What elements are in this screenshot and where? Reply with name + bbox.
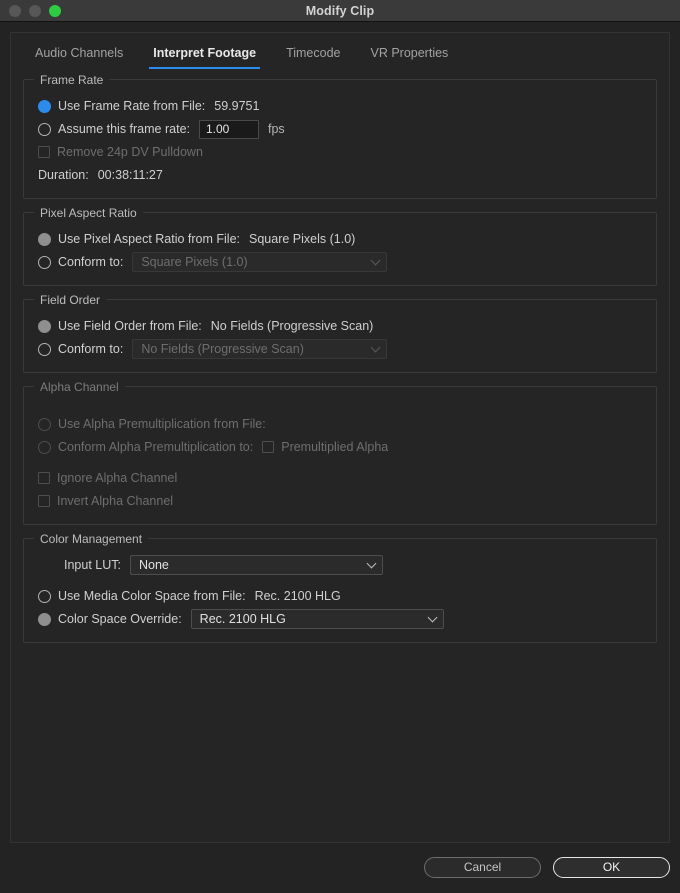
dialog-footer: Cancel OK <box>10 847 670 887</box>
conform-par-row[interactable]: Conform to: Square Pixels (1.0) <box>38 252 642 272</box>
use-alpha-premultiplication-row: Use Alpha Premultiplication from File: <box>38 414 642 434</box>
fps-unit-label: fps <box>268 122 285 136</box>
tab-interpret-footage[interactable]: Interpret Footage <box>149 46 260 69</box>
use-par-from-file-row[interactable]: Use Pixel Aspect Ratio from File: Square… <box>38 229 642 249</box>
duration-label: Duration: <box>38 168 89 182</box>
color-management-section: Color Management Input LUT: None Use Med… <box>23 538 657 643</box>
conform-alpha-premultiplication-row: Conform Alpha Premultiplication to: Prem… <box>38 437 642 457</box>
use-media-color-space-radio[interactable] <box>38 590 51 603</box>
duration-row: Duration: 00:38:11:27 <box>38 165 642 185</box>
remove-24p-pulldown-checkbox <box>38 146 50 158</box>
tab-audio-channels[interactable]: Audio Channels <box>31 46 127 69</box>
conform-par-radio[interactable] <box>38 256 51 269</box>
use-field-order-from-file-radio[interactable] <box>38 320 51 333</box>
use-media-color-space-label: Use Media Color Space from File: <box>58 589 246 603</box>
conform-field-order-radio[interactable] <box>38 343 51 356</box>
ignore-alpha-channel-row: Ignore Alpha Channel <box>38 468 642 488</box>
tab-bar: Audio Channels Interpret Footage Timecod… <box>11 33 669 69</box>
premultiplied-alpha-label: Premultiplied Alpha <box>281 440 388 454</box>
assume-frame-rate-input[interactable] <box>199 120 259 139</box>
pixel-aspect-ratio-legend: Pixel Aspect Ratio <box>34 206 143 220</box>
conform-alpha-premultiplication-radio <box>38 441 51 454</box>
use-field-order-from-file-row[interactable]: Use Field Order from File: No Fields (Pr… <box>38 316 642 336</box>
use-frame-rate-from-file-label: Use Frame Rate from File: <box>58 99 205 113</box>
color-space-override-select[interactable]: Rec. 2100 HLG <box>191 609 444 629</box>
invert-alpha-channel-row: Invert Alpha Channel <box>38 491 642 511</box>
remove-24p-pulldown-label: Remove 24p DV Pulldown <box>57 145 203 159</box>
field-order-legend: Field Order <box>34 293 106 307</box>
color-space-override-label: Color Space Override: <box>58 612 182 626</box>
color-space-override-select-value: Rec. 2100 HLG <box>200 612 286 626</box>
chevron-down-icon <box>371 343 381 353</box>
input-lut-select-value: None <box>139 558 169 572</box>
input-lut-label: Input LUT: <box>64 558 121 572</box>
minimize-button[interactable] <box>29 5 41 17</box>
use-frame-rate-from-file-row[interactable]: Use Frame Rate from File: 59.9751 <box>38 96 642 116</box>
conform-field-order-label: Conform to: <box>58 342 123 356</box>
field-order-section: Field Order Use Field Order from File: N… <box>23 299 657 373</box>
ignore-alpha-channel-checkbox <box>38 472 50 484</box>
pixel-aspect-ratio-section: Pixel Aspect Ratio Use Pixel Aspect Rati… <box>23 212 657 286</box>
cancel-button[interactable]: Cancel <box>424 857 541 878</box>
conform-field-order-select: No Fields (Progressive Scan) <box>132 339 387 359</box>
interpret-footage-panel: Frame Rate Use Frame Rate from File: 59.… <box>11 69 669 643</box>
use-field-order-from-file-value: No Fields (Progressive Scan) <box>211 319 374 333</box>
color-management-legend: Color Management <box>34 532 148 546</box>
close-button[interactable] <box>9 5 21 17</box>
use-par-from-file-label: Use Pixel Aspect Ratio from File: <box>58 232 240 246</box>
zoom-button[interactable] <box>49 5 61 17</box>
use-frame-rate-from-file-value: 59.9751 <box>214 99 259 113</box>
use-alpha-premultiplication-radio <box>38 418 51 431</box>
conform-par-select: Square Pixels (1.0) <box>132 252 387 272</box>
use-field-order-from-file-label: Use Field Order from File: <box>58 319 202 333</box>
assume-frame-rate-radio[interactable] <box>38 123 51 136</box>
tab-vr-properties[interactable]: VR Properties <box>366 46 452 69</box>
use-par-from-file-radio[interactable] <box>38 233 51 246</box>
use-alpha-premultiplication-label: Use Alpha Premultiplication from File: <box>58 417 266 431</box>
frame-rate-section: Frame Rate Use Frame Rate from File: 59.… <box>23 79 657 199</box>
tab-timecode[interactable]: Timecode <box>282 46 344 69</box>
remove-24p-pulldown-row: Remove 24p DV Pulldown <box>38 142 642 162</box>
conform-field-order-select-value: No Fields (Progressive Scan) <box>141 342 304 356</box>
input-lut-row[interactable]: Input LUT: None <box>38 555 642 575</box>
alpha-channel-legend: Alpha Channel <box>34 380 125 394</box>
use-media-color-space-row[interactable]: Use Media Color Space from File: Rec. 21… <box>38 586 642 606</box>
chevron-down-icon <box>367 559 377 569</box>
duration-value: 00:38:11:27 <box>98 168 163 182</box>
conform-par-label: Conform to: <box>58 255 123 269</box>
color-space-override-radio[interactable] <box>38 613 51 626</box>
conform-alpha-premultiplication-label: Conform Alpha Premultiplication to: <box>58 440 253 454</box>
window-titlebar: Modify Clip <box>0 0 680 22</box>
alpha-channel-section: Alpha Channel Use Alpha Premultiplicatio… <box>23 386 657 525</box>
invert-alpha-channel-checkbox <box>38 495 50 507</box>
window-title: Modify Clip <box>0 4 680 18</box>
ignore-alpha-channel-label: Ignore Alpha Channel <box>57 471 177 485</box>
conform-field-order-row[interactable]: Conform to: No Fields (Progressive Scan) <box>38 339 642 359</box>
conform-par-select-value: Square Pixels (1.0) <box>141 255 247 269</box>
use-frame-rate-from-file-radio[interactable] <box>38 100 51 113</box>
dialog-body: Audio Channels Interpret Footage Timecod… <box>0 22 680 893</box>
ok-button[interactable]: OK <box>553 857 670 878</box>
assume-frame-rate-row[interactable]: Assume this frame rate: fps <box>38 119 642 139</box>
traffic-light-group <box>9 5 61 17</box>
premultiplied-alpha-checkbox <box>262 441 274 453</box>
frame-rate-legend: Frame Rate <box>34 73 109 87</box>
invert-alpha-channel-label: Invert Alpha Channel <box>57 494 173 508</box>
chevron-down-icon <box>371 256 381 266</box>
content-panel: Audio Channels Interpret Footage Timecod… <box>10 32 670 843</box>
use-par-from-file-value: Square Pixels (1.0) <box>249 232 355 246</box>
input-lut-select[interactable]: None <box>130 555 383 575</box>
assume-frame-rate-label: Assume this frame rate: <box>58 122 190 136</box>
color-space-override-row[interactable]: Color Space Override: Rec. 2100 HLG <box>38 609 642 629</box>
use-media-color-space-value: Rec. 2100 HLG <box>255 589 341 603</box>
chevron-down-icon <box>427 613 437 623</box>
